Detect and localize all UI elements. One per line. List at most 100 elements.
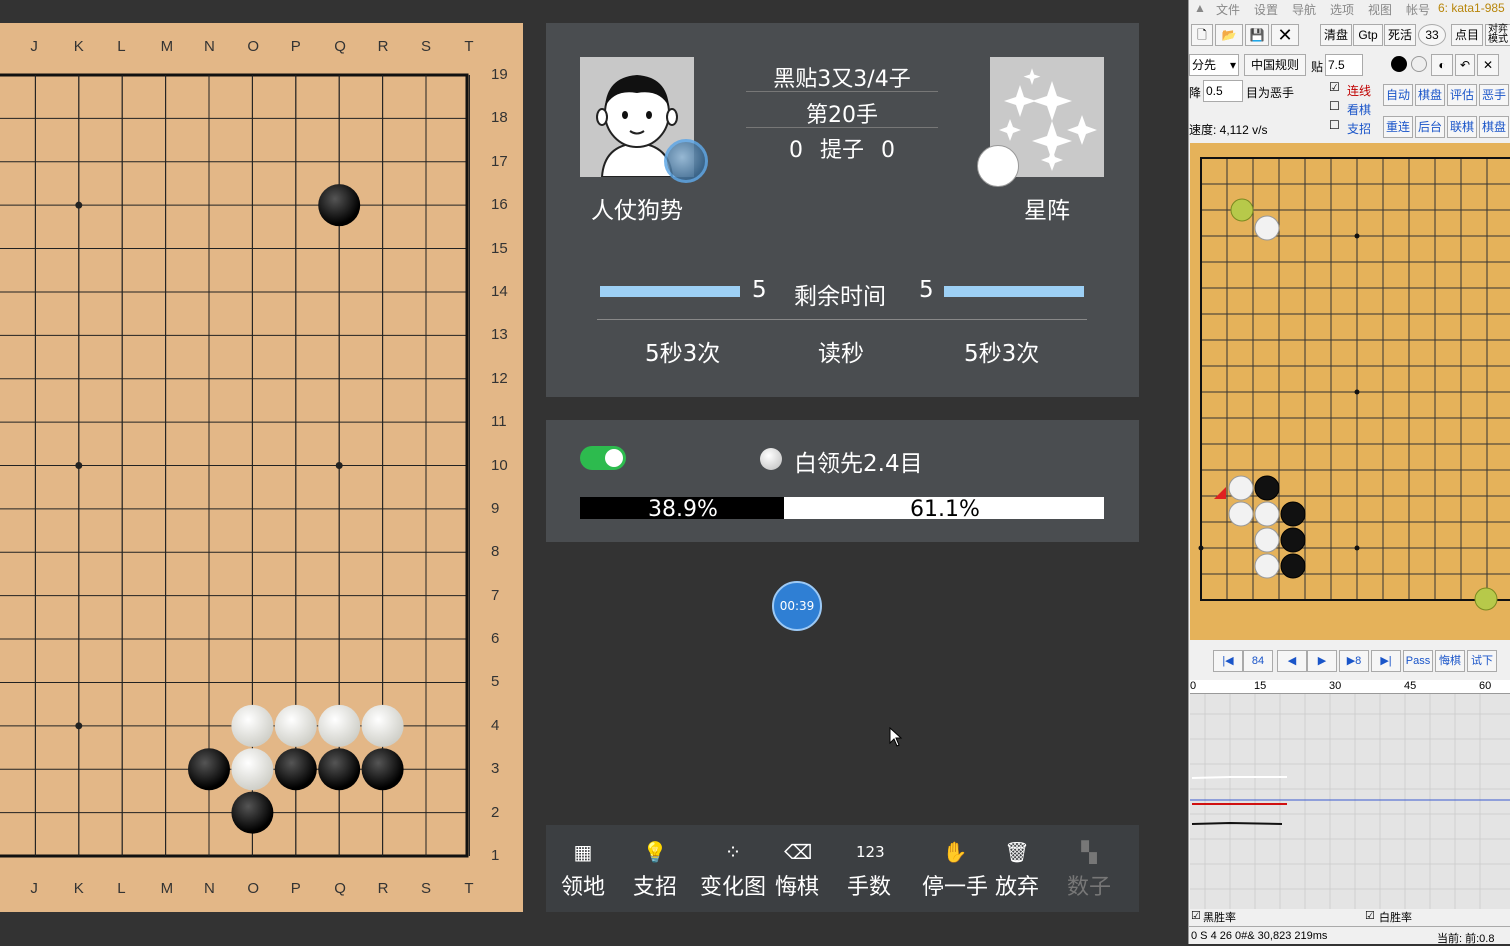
column-label: K xyxy=(73,880,84,897)
save-icon[interactable]: 💾 xyxy=(1245,24,1269,46)
checkbox[interactable]: ☑ xyxy=(1329,80,1340,94)
analysis-toggle[interactable] xyxy=(580,446,626,470)
row-label: 2 xyxy=(491,803,500,821)
toolbar-button-bulb[interactable]: 💡 支招 xyxy=(630,825,680,912)
side-button[interactable]: 后台 xyxy=(1415,116,1445,138)
nav-button[interactable]: 悔棋 xyxy=(1435,650,1465,672)
column-label: Q xyxy=(334,880,346,897)
row-label: 8 xyxy=(491,543,500,561)
toolbar-button-territory[interactable]: ▦ 领地 xyxy=(558,825,608,912)
game-info-panel: 人仗狗势 星阵 黑贴3又3/4子 第20手 0 提子 0 5 剩余时间 5 5秒… xyxy=(546,23,1139,397)
nav-button[interactable]: 试下 xyxy=(1467,650,1497,672)
black-stone xyxy=(1280,527,1306,553)
count-icon: ▚ xyxy=(1081,840,1097,864)
drop-label: 降 xyxy=(1189,86,1202,100)
side-button[interactable]: 重连 xyxy=(1383,116,1413,138)
white-winrate-checkbox[interactable]: ☑ xyxy=(1365,909,1375,922)
nav-button[interactable]: Pass xyxy=(1403,650,1433,672)
analysis-board[interactable] xyxy=(1190,143,1510,640)
back-arrow-icon[interactable]: ↶ xyxy=(1455,54,1475,76)
nav-button[interactable]: ▶8 xyxy=(1339,650,1369,672)
star-point xyxy=(75,201,83,209)
menu-options[interactable]: 选项 xyxy=(1330,1,1354,18)
play-mode-button[interactable]: 对弈模式 xyxy=(1485,24,1510,46)
count-points-button[interactable]: 点目 xyxy=(1451,24,1483,46)
collapse-arrow-icon[interactable]: ▲ xyxy=(1194,1,1206,15)
menu-file[interactable]: 文件 xyxy=(1216,1,1240,18)
toolbar-label: 变化图 xyxy=(699,875,766,900)
checkbox[interactable]: ☐ xyxy=(1329,118,1340,132)
column-label: Q xyxy=(334,38,346,55)
toolbar-button-numbers[interactable]: 123 手数 xyxy=(844,825,894,912)
black-stone xyxy=(188,748,230,791)
side-button[interactable]: 自动 xyxy=(1383,84,1413,106)
white-stone-tool-icon[interactable] xyxy=(1411,56,1427,72)
black-stone xyxy=(231,791,274,834)
close-icon[interactable]: ✕ xyxy=(1271,24,1299,46)
star-point xyxy=(1354,233,1360,239)
menu-view[interactable]: 视图 xyxy=(1368,1,1392,18)
main-go-board[interactable]: J J K K L L M M N N O O P P Q Q R R S S T T 19 18 17 16 15 14 13 12 11… xyxy=(0,23,523,912)
rules-button[interactable]: 中国规则 xyxy=(1244,54,1306,76)
open-folder-icon[interactable]: 📂 xyxy=(1215,24,1243,46)
bad-move-threshold-input[interactable]: 0.5 xyxy=(1203,80,1243,102)
row-label: 4 xyxy=(491,716,500,734)
nav-button[interactable]: ▶| xyxy=(1371,650,1401,672)
toolbar-button-hand[interactable]: ✋ 停一手 xyxy=(918,825,992,912)
checkbox-label: 支招 xyxy=(1347,122,1372,136)
winrate-graph[interactable] xyxy=(1190,694,1510,909)
row-label: 13 xyxy=(491,326,508,344)
side-button[interactable]: 棋盘 xyxy=(1415,84,1445,106)
alternate-icon[interactable]: ◐ xyxy=(1431,54,1453,76)
white-stone xyxy=(1228,475,1254,501)
toolbar-label: 悔棋 xyxy=(774,875,819,900)
toolbar-button-count[interactable]: ▚ 数子 xyxy=(1064,825,1114,912)
row-label: 19 xyxy=(491,66,508,83)
star-point xyxy=(1354,389,1360,395)
white-stone-icon xyxy=(760,448,782,470)
divider xyxy=(746,127,938,128)
win-rate-bar: 38.9% 61.1% xyxy=(580,497,1104,522)
black-stone-badge-icon xyxy=(664,139,708,183)
toolbar-button-variation[interactable]: ⁘ 变化图 xyxy=(696,825,770,912)
speed-readout: 速度: 4,112 v/s xyxy=(1189,123,1268,137)
clear-board-button[interactable]: 清盘 xyxy=(1320,24,1352,46)
row-label: 5 xyxy=(491,673,500,691)
nav-button[interactable]: ▶ xyxy=(1307,650,1337,672)
black-player-avatar xyxy=(580,57,708,183)
black-winrate-checkbox[interactable]: ☑ xyxy=(1191,909,1201,922)
numbers-icon: 123 xyxy=(856,843,885,861)
white-stone xyxy=(318,704,361,747)
33-icon[interactable]: 33 xyxy=(1418,24,1446,46)
menu-navigate[interactable]: 导航 xyxy=(1292,1,1316,18)
side-button[interactable]: 恶手 xyxy=(1479,84,1509,106)
handicap-select[interactable]: 分先 ▾ xyxy=(1189,54,1239,76)
row-label: 17 xyxy=(491,152,508,170)
menu-account[interactable]: 帐号 xyxy=(1406,1,1430,18)
checkbox[interactable]: ☐ xyxy=(1329,99,1340,113)
white-stone xyxy=(1254,501,1280,527)
black-stone-tool-icon[interactable] xyxy=(1391,56,1407,72)
side-button[interactable]: 棋盘 xyxy=(1479,116,1509,138)
column-label: T xyxy=(464,38,474,55)
gtp-button[interactable]: Gtp xyxy=(1353,24,1383,46)
menu-settings[interactable]: 设置 xyxy=(1254,1,1278,18)
row-label: 18 xyxy=(491,109,508,127)
board-grid[interactable] xyxy=(0,23,523,912)
divider xyxy=(597,319,1087,320)
nav-button[interactable]: ◀ xyxy=(1277,650,1307,672)
komi-input[interactable]: 7.5 xyxy=(1325,54,1363,76)
new-file-icon[interactable]: 🗋 xyxy=(1191,24,1213,46)
nav-button[interactable]: |◀ xyxy=(1213,650,1243,672)
axis-tick: 60 xyxy=(1479,680,1492,692)
delete-icon[interactable]: ✕ xyxy=(1477,54,1499,76)
toolbar-button-undo[interactable]: ⌫ 悔棋 xyxy=(772,825,822,912)
nav-button[interactable]: 84 xyxy=(1243,650,1273,672)
toolbar-button-trash[interactable]: 🗑 放弃 xyxy=(992,825,1042,912)
komi-label: 贴 xyxy=(1311,60,1324,74)
life-death-button[interactable]: 死活 xyxy=(1384,24,1416,46)
side-button[interactable]: 联棋 xyxy=(1447,116,1477,138)
black-win-rate: 38.9% xyxy=(648,497,718,522)
white-stone xyxy=(1254,553,1280,579)
side-button[interactable]: 评估 xyxy=(1447,84,1477,106)
